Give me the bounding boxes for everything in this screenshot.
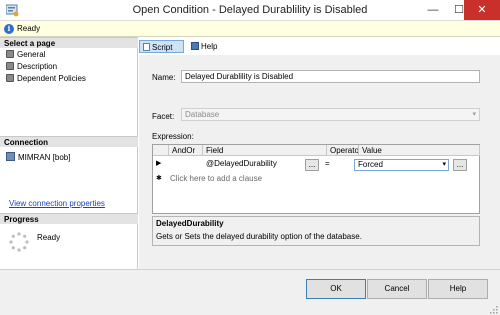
field-ellipsis-button[interactable]: ... <box>305 159 319 171</box>
status-bar: i Ready <box>0 21 500 37</box>
page-item-label: Description <box>17 62 58 71</box>
page-item-general[interactable]: General <box>6 50 45 60</box>
cancel-button[interactable]: Cancel <box>367 279 427 299</box>
page-item-description[interactable]: Description <box>6 62 57 72</box>
value-combo[interactable]: Forced ▾ <box>354 159 449 171</box>
column-header-value[interactable]: Value <box>359 145 480 156</box>
facet-label: Facet: <box>152 112 175 121</box>
select-page-header: Select a page <box>0 37 138 48</box>
value-ellipsis-button[interactable]: ... <box>453 159 467 171</box>
operator-cell[interactable]: = <box>325 158 330 170</box>
toolbar-help-button[interactable]: Help <box>188 40 220 53</box>
facet-combo: Database ▾ <box>181 108 480 121</box>
page-icon <box>6 74 14 82</box>
description-panel: DelayedDurability Gets or Sets the delay… <box>152 216 480 246</box>
minimize-button[interactable]: — <box>420 0 446 20</box>
left-pane: Select a page General Description Depend… <box>0 37 138 269</box>
chevron-down-icon[interactable]: ▾ <box>442 160 446 170</box>
script-label: Script <box>152 43 173 52</box>
info-icon: i <box>4 24 14 34</box>
description-title: DelayedDurability <box>156 219 224 228</box>
column-header-andor[interactable]: AndOr <box>169 145 203 156</box>
page-icon <box>6 62 14 70</box>
ok-button[interactable]: OK <box>306 279 366 299</box>
field-cell[interactable]: @DelayedDurability <box>206 158 277 170</box>
view-connection-properties-link[interactable]: View connection properties <box>9 199 105 208</box>
new-row-icon: ✱ <box>156 175 162 182</box>
help-label: Help <box>201 42 218 51</box>
progress-header: Progress <box>0 213 138 224</box>
page-item-label: Dependent Policies <box>17 74 86 83</box>
page-icon <box>6 50 14 58</box>
chevron-down-icon: ▾ <box>472 111 476 118</box>
connection-value: MIMRAN [bob] <box>18 153 71 162</box>
connection-header: Connection <box>0 136 138 147</box>
grid-corner <box>153 145 169 156</box>
row-selector-icon[interactable]: ▶ <box>156 158 161 170</box>
add-clause-row[interactable]: Click here to add a clause <box>170 173 262 185</box>
script-icon <box>143 43 150 51</box>
value-text: Forced <box>358 160 383 169</box>
expression-label: Expression: <box>152 132 194 141</box>
progress-spinner-icon <box>9 232 29 252</box>
connection-info: MIMRAN [bob] <box>6 152 70 163</box>
column-header-field[interactable]: Field <box>203 145 327 156</box>
progress-text: Ready <box>37 233 61 242</box>
page-item-dependent-policies[interactable]: Dependent Policies <box>6 74 86 84</box>
expression-grid[interactable]: AndOr Field Operato Value ▶ @DelayedDura… <box>152 144 480 214</box>
name-field[interactable]: Delayed Durablility is Disabled <box>181 70 480 83</box>
title-bar: Open Condition - Delayed Durablility is … <box>0 0 500 21</box>
facet-value: Database <box>185 110 220 119</box>
help-button[interactable]: Help <box>428 279 488 299</box>
help-icon <box>191 42 199 50</box>
close-button[interactable]: ✕ <box>464 0 500 20</box>
name-label: Name: <box>152 73 176 82</box>
page-item-label: General <box>17 50 46 59</box>
script-button[interactable]: Script ▾ <box>139 40 184 65</box>
status-text: Ready <box>17 24 41 33</box>
resize-grip-icon[interactable] <box>489 305 498 314</box>
description-text: Gets or Sets the delayed durability opti… <box>156 232 362 241</box>
server-icon <box>6 152 15 161</box>
column-header-operator[interactable]: Operato <box>327 145 359 156</box>
